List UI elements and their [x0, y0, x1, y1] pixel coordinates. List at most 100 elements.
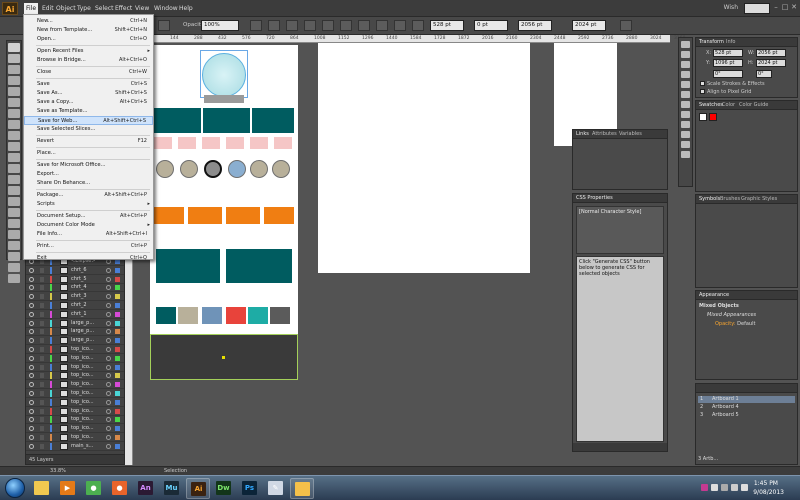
- opacity-field[interactable]: 100%: [201, 20, 239, 31]
- lock-toggle-icon[interactable]: [40, 408, 44, 414]
- free-transform-tool-icon[interactable]: [8, 208, 20, 217]
- layer-row[interactable]: chrt_2: [26, 302, 124, 310]
- direct-selection-tool-icon[interactable]: [8, 54, 20, 63]
- selection-square-icon[interactable]: [115, 303, 120, 308]
- visibility-eye-icon[interactable]: [29, 399, 34, 405]
- layer-name[interactable]: top_ico...: [71, 399, 94, 406]
- visibility-eye-icon[interactable]: [29, 435, 34, 440]
- layer-name[interactable]: top_ico...: [71, 364, 94, 371]
- network-tray-icon[interactable]: [731, 484, 738, 491]
- file-menu-item[interactable]: Scripts ▸: [24, 200, 153, 209]
- file-menu-item[interactable]: New... Ctrl+N: [24, 17, 153, 26]
- circle-item[interactable]: [204, 160, 222, 178]
- file-menu-item[interactable]: Save Selected Slices...: [24, 125, 153, 134]
- file-menu-item[interactable]: Export...: [24, 170, 153, 179]
- visibility-eye-icon[interactable]: [29, 329, 34, 335]
- circle-item[interactable]: [272, 160, 290, 178]
- file-menu-item[interactable]: Save a Copy... Alt+Ctrl+S: [24, 98, 153, 107]
- group-button[interactable]: [358, 20, 370, 31]
- taskbar-app-muse[interactable]: Mu: [160, 478, 184, 499]
- current-tool[interactable]: Selection: [164, 468, 187, 474]
- stroke-color-button[interactable]: [158, 20, 170, 31]
- x-field[interactable]: 528 pt: [430, 20, 464, 31]
- lock-toggle-icon[interactable]: [40, 435, 44, 440]
- lock-toggle-icon[interactable]: [40, 320, 44, 326]
- lock-toggle-icon[interactable]: [40, 382, 44, 388]
- layer-row[interactable]: top_ico...: [26, 425, 124, 434]
- target-circle-icon[interactable]: [106, 364, 111, 370]
- selection-square-icon[interactable]: [115, 294, 120, 300]
- shape-builder-tool-icon[interactable]: [8, 219, 20, 228]
- file-menu-item[interactable]: Save Ctrl+S: [24, 80, 153, 89]
- tab-attributes[interactable]: Attributes: [592, 131, 617, 137]
- lock-toggle-icon[interactable]: [40, 443, 44, 449]
- lock-toggle-icon[interactable]: [40, 347, 44, 352]
- file-menu-item[interactable]: Place...: [24, 149, 153, 158]
- visibility-eye-icon[interactable]: [29, 391, 34, 396]
- gradient-icon[interactable]: [681, 101, 690, 108]
- visibility-eye-icon[interactable]: [29, 355, 34, 361]
- layer-name[interactable]: large_p...: [71, 328, 94, 335]
- layer-row[interactable]: chrt_1: [26, 310, 124, 319]
- paintbrush-tool-icon[interactable]: [8, 131, 20, 140]
- visibility-eye-icon[interactable]: [29, 426, 34, 432]
- power-tray-icon[interactable]: [721, 484, 728, 491]
- taskbar-app-media-player[interactable]: ▶: [56, 478, 80, 499]
- transform-y-field[interactable]: 1096 pt: [713, 59, 743, 67]
- type-tool-icon[interactable]: [8, 98, 20, 107]
- layer-row[interactable]: main_s...: [26, 442, 124, 451]
- gradient-tool-icon[interactable]: [8, 252, 20, 261]
- opacity-link[interactable]: Opacity:: [715, 321, 736, 327]
- scale-strokes-checkbox[interactable]: [700, 81, 705, 86]
- lock-toggle-icon[interactable]: [40, 311, 44, 317]
- teal-panel[interactable]: [203, 108, 250, 133]
- visibility-eye-icon[interactable]: [29, 267, 34, 273]
- tile[interactable]: [248, 307, 268, 324]
- tab-graphic-styles[interactable]: Graphic Styles: [741, 196, 777, 202]
- css-style-list[interactable]: [Normal Character Style]: [576, 206, 664, 254]
- swatches-icon[interactable]: [681, 61, 690, 68]
- teal-large-panel[interactable]: [156, 249, 220, 283]
- color-panel-icon[interactable]: [681, 41, 690, 48]
- rotate-angle-field[interactable]: 0°: [713, 70, 743, 78]
- visibility-eye-icon[interactable]: [29, 417, 34, 423]
- visibility-eye-icon[interactable]: [29, 294, 34, 300]
- appearance-icon[interactable]: [681, 121, 690, 128]
- teal-large-panel[interactable]: [226, 249, 292, 283]
- lock-toggle-icon[interactable]: [40, 285, 44, 291]
- layer-row[interactable]: top_ico...: [26, 390, 124, 398]
- lock-toggle-icon[interactable]: [40, 276, 44, 282]
- orange-panel[interactable]: [226, 207, 260, 224]
- layer-row[interactable]: chrt_4: [26, 284, 124, 293]
- layer-row[interactable]: top_ico...: [26, 381, 124, 390]
- lock-toggle-icon[interactable]: [40, 294, 44, 300]
- selection-square-icon[interactable]: [115, 373, 120, 379]
- layer-name[interactable]: chrt_1: [71, 311, 87, 318]
- align-pixel-checkbox[interactable]: [700, 89, 705, 94]
- layer-name[interactable]: top_ico...: [71, 425, 94, 432]
- magic-wand-tool-icon[interactable]: [8, 65, 20, 74]
- tab-info[interactable]: Info: [726, 39, 735, 45]
- selection-square-icon[interactable]: [115, 364, 120, 370]
- lock-toggle-icon[interactable]: [40, 267, 44, 273]
- taskbar-app-photoshop[interactable]: Ps: [238, 478, 262, 499]
- visibility-eye-icon[interactable]: [29, 443, 34, 449]
- target-circle-icon[interactable]: [106, 294, 111, 300]
- target-circle-icon[interactable]: [106, 285, 111, 291]
- volume-tray-icon[interactable]: [741, 484, 748, 491]
- scale-tool-icon[interactable]: [8, 186, 20, 195]
- align-button[interactable]: [268, 20, 280, 31]
- circle-item[interactable]: [180, 160, 198, 178]
- target-circle-icon[interactable]: [106, 408, 111, 414]
- visibility-eye-icon[interactable]: [29, 347, 34, 352]
- clock-time[interactable]: 1:45 PM: [754, 480, 778, 487]
- warp-tool-icon[interactable]: [8, 197, 20, 206]
- hand-tool-icon[interactable]: [8, 274, 20, 283]
- taskbar-app-explorer[interactable]: [30, 478, 54, 499]
- file-menu-item[interactable]: Document Setup... Alt+Ctrl+P: [24, 212, 153, 221]
- tab-css-properties[interactable]: CSS Properties: [576, 195, 613, 201]
- menu-window[interactable]: Window: [152, 3, 180, 15]
- layer-row[interactable]: top_ico...: [26, 346, 124, 354]
- tab-swatches[interactable]: Swatches: [699, 102, 723, 108]
- target-circle-icon[interactable]: [106, 320, 111, 326]
